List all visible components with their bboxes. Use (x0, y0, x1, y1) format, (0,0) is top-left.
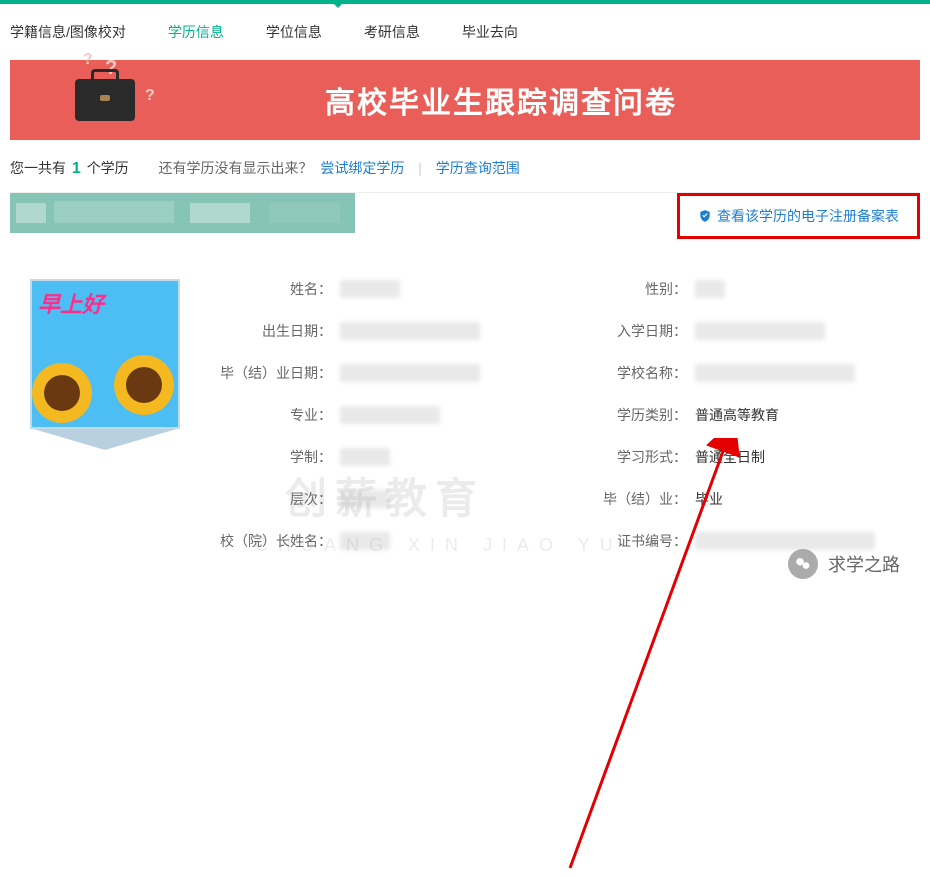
enroll-label: 入学日期： (565, 321, 695, 341)
count-suffix: 个学历 (87, 160, 129, 176)
count-number: 1 (70, 160, 83, 177)
cert-no-value (695, 532, 875, 550)
study-mode-label: 学习形式： (565, 447, 695, 467)
wechat-icon (788, 549, 818, 579)
tab-xuewei[interactable]: 学位信息 (266, 22, 322, 42)
photo-ribbon (30, 428, 180, 450)
source-name: 求学之路 (828, 551, 900, 577)
divider: | (418, 160, 422, 176)
level-label: 层次： (210, 489, 340, 509)
name-value (340, 280, 400, 298)
count-row: 您一共有 1 个学历 还有学历没有显示出来？ 尝试绑定学历 | 学历查询范围 (0, 158, 930, 192)
bind-degree-link[interactable]: 尝试绑定学历 (320, 160, 404, 176)
tab-biye[interactable]: 毕业去向 (462, 22, 518, 42)
student-photo: 早上好 (30, 279, 180, 429)
system-value (340, 448, 390, 466)
count-prefix: 您一共有 (10, 160, 66, 176)
view-registration-label: 查看该学历的电子注册备案表 (717, 206, 899, 226)
major-value (340, 406, 440, 424)
shield-icon (698, 209, 712, 223)
gender-value (695, 280, 725, 298)
grad-date-label: 毕（结）业日期： (210, 363, 340, 383)
major-label: 专业： (210, 405, 340, 425)
missing-hint: 还有学历没有显示出来？ (158, 160, 312, 176)
tab-xueli[interactable]: 学历信息 (168, 22, 224, 42)
president-value (340, 532, 390, 550)
system-label: 学制： (210, 447, 340, 467)
tab-xueji[interactable]: 学籍信息/图像校对 (10, 22, 126, 42)
name-label: 姓名： (210, 279, 340, 299)
edu-type-value: 普通高等教育 (695, 405, 900, 425)
edu-type-label: 学历类别： (565, 405, 695, 425)
annotation-highlight: 查看该学历的电子注册备案表 (677, 193, 920, 239)
grad-status-value: 毕业 (695, 489, 900, 509)
tab-kaoyan[interactable]: 考研信息 (364, 22, 420, 42)
study-mode-value: 普通全日制 (695, 447, 900, 467)
main-tabs: 学籍信息/图像校对 学历信息 学位信息 考研信息 毕业去向 (0, 4, 930, 60)
survey-banner[interactable]: ? ? ? 高校毕业生跟踪调查问卷 (10, 60, 920, 140)
banner-title: 高校毕业生跟踪调查问卷 (325, 78, 677, 122)
briefcase-icon: ? ? ? (75, 79, 135, 121)
school-value (695, 364, 855, 382)
enroll-value (695, 322, 825, 340)
level-value (340, 490, 390, 508)
birth-value (340, 322, 480, 340)
source-watermark: 求学之路 (788, 549, 900, 579)
gender-label: 性别： (565, 279, 695, 299)
photo-greeting: 早上好 (38, 287, 172, 319)
detail-fields: 姓名： 性别： 出生日期： 入学日期： 毕（结）业日期： 学校名称： 专业： 学… (210, 279, 900, 551)
degree-card: 查看该学历的电子注册备案表 早上好 姓名： 性别： 出生日期： 入学日期： 毕（… (10, 192, 920, 591)
photo-column: 早上好 (30, 279, 180, 551)
grad-status-label: 毕（结）业： (565, 489, 695, 509)
president-label: 校（院）长姓名： (210, 531, 340, 551)
birth-label: 出生日期： (210, 321, 340, 341)
grad-date-value (340, 364, 480, 382)
cert-no-label: 证书编号： (565, 531, 695, 551)
view-registration-link[interactable]: 查看该学历的电子注册备案表 (698, 206, 899, 226)
school-label: 学校名称： (565, 363, 695, 383)
query-scope-link[interactable]: 学历查询范围 (436, 160, 520, 176)
school-name-strip (10, 193, 355, 233)
